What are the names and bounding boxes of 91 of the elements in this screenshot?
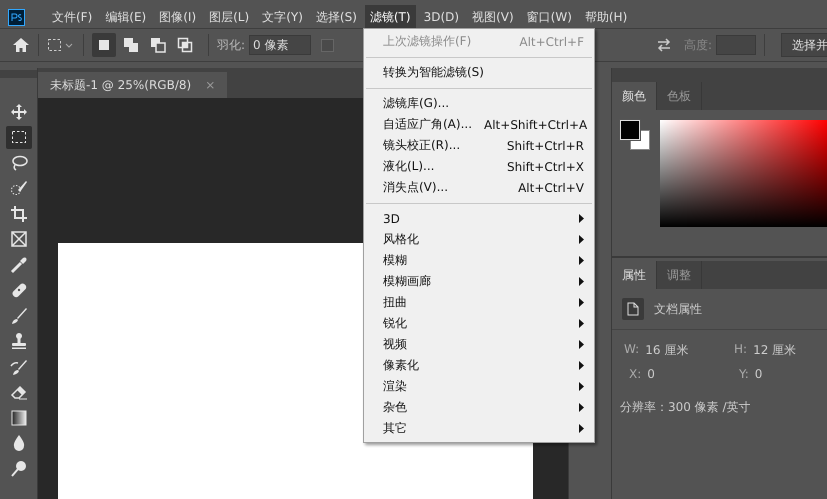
field-label: W:	[624, 342, 640, 358]
menu-item[interactable]: 自适应广角(A)... Alt+Shift+Ctrl+A	[364, 114, 594, 135]
move-arrows-icon	[10, 102, 28, 120]
submenu-arrow-icon	[579, 298, 584, 307]
menu-item[interactable]: 3D(D)	[418, 6, 464, 28]
panel-title: 文档属性	[654, 300, 702, 318]
feather-label: 羽化:	[217, 36, 246, 54]
panel-tab[interactable]: 属性	[612, 261, 657, 289]
menu-item[interactable]: 消失点(V)... Alt+Ctrl+V	[364, 177, 594, 198]
submenu-item[interactable]: 风格化	[364, 229, 594, 250]
field-value: 0	[754, 367, 762, 381]
submenu-arrow-icon	[579, 382, 584, 391]
menu-item[interactable]: 窗口(W)	[522, 4, 577, 30]
submenu-item[interactable]: 3D	[364, 208, 594, 229]
shortcut-text: Shift+Ctrl+R	[506, 138, 584, 152]
submenu-item[interactable]: 其它	[364, 418, 594, 439]
field-label: H:	[734, 342, 748, 358]
magnifier-icon	[10, 460, 28, 478]
panel-tab[interactable]: 颜色	[612, 82, 657, 110]
tool-button[interactable]	[6, 126, 32, 148]
submenu-item[interactable]: 视频	[364, 334, 594, 355]
submenu-item[interactable]: 模糊画廊	[364, 271, 594, 292]
menu-item[interactable]: 液化(L)... Shift+Ctrl+X	[364, 156, 594, 177]
submenu-arrow-icon	[579, 214, 584, 223]
panel-tab[interactable]: 色板	[657, 82, 702, 110]
submenu-item[interactable]: 杂色	[364, 397, 594, 418]
crop-icon	[10, 204, 28, 222]
brush-icon	[10, 306, 28, 324]
stamp-icon	[10, 332, 28, 350]
resolution-text: 分辨率：300 像素 /英寸	[619, 399, 752, 416]
document-tab[interactable]: 未标题-1 @ 25%(RGB/8) ×	[38, 72, 228, 98]
menu-item[interactable]: 选择(S)	[310, 4, 362, 30]
color-swatch-drawing[interactable]	[620, 120, 650, 150]
add-selection-icon	[123, 37, 139, 53]
field-value: 16 厘米	[645, 342, 688, 359]
new-selection-icon	[96, 37, 112, 53]
home-icon[interactable]	[12, 37, 30, 53]
marquee-preset-icon[interactable]	[47, 37, 75, 53]
swap-arrows-icon[interactable]	[656, 38, 672, 52]
menu-item[interactable]: 滤镜库(G)...	[364, 93, 594, 114]
selection-mode-button[interactable]	[92, 33, 116, 57]
intersect-selection-icon	[177, 37, 193, 53]
menu-item[interactable]: 编辑(E)	[100, 4, 152, 30]
menu-item[interactable]: 滤镜(T)	[364, 4, 416, 30]
subtract-selection-icon	[150, 37, 166, 53]
eraser-icon	[10, 383, 28, 401]
field-value: 0	[647, 367, 655, 381]
submenu-arrow-icon	[579, 256, 584, 265]
field-label: Y:	[739, 367, 749, 381]
submenu-arrow-icon	[579, 235, 584, 244]
brush-arrow-icon	[10, 358, 28, 376]
toolbar-grip[interactable]	[0, 70, 37, 78]
menu-item[interactable]: 文件(F)	[47, 4, 98, 30]
menu-item[interactable]: 图像(I)	[154, 4, 202, 30]
menu-item[interactable]: 帮助(H)	[580, 4, 632, 30]
submenu-item[interactable]: 渲染	[364, 376, 594, 397]
submenu-arrow-icon	[579, 340, 584, 349]
menu-item[interactable]: 文字(Y)	[257, 4, 308, 30]
submenu-arrow-icon	[579, 403, 584, 412]
page-icon	[627, 302, 639, 316]
marquee-icon	[10, 128, 28, 146]
color-picker-field[interactable]	[660, 120, 827, 227]
brush-selection-icon	[10, 179, 28, 197]
height-field[interactable]	[716, 35, 756, 55]
lasso-icon	[10, 154, 28, 172]
submenu-item[interactable]: 像素化	[364, 355, 594, 376]
menu-item[interactable]: 转换为智能滤镜(S)	[364, 62, 594, 83]
feather-field[interactable]: 0 像素	[249, 35, 312, 55]
document-title: 未标题-1 @ 25%(RGB/8)	[50, 76, 192, 94]
shortcut-text: Alt+Ctrl+V	[518, 180, 584, 194]
shortcut-text: Alt+Ctrl+F	[519, 34, 584, 48]
menu-item[interactable]: 视图(V)	[467, 4, 519, 30]
submenu-arrow-icon	[579, 424, 584, 433]
submenu-arrow-icon	[579, 277, 584, 286]
submenu-item[interactable]: 扭曲	[364, 292, 594, 313]
frame-icon	[10, 230, 28, 248]
submenu-item[interactable]: 模糊	[364, 250, 594, 271]
checkbox[interactable]	[321, 38, 334, 52]
shortcut-text: Shift+Ctrl+X	[507, 160, 584, 174]
panel-tab[interactable]: 调整	[657, 261, 702, 289]
shortcut-text: Alt+Shift+Ctrl+A	[484, 118, 588, 132]
gradient-icon	[10, 408, 28, 426]
submenu-arrow-icon	[579, 319, 584, 328]
app-logo-icon[interactable]	[8, 8, 25, 26]
menu-item[interactable]: 镜头校正(R)... Shift+Ctrl+R	[364, 135, 594, 156]
submenu-arrow-icon	[579, 361, 584, 370]
menu-item[interactable]: 图层(L)	[204, 4, 254, 30]
field-label: X:	[629, 367, 642, 381]
field-value: 12 厘米	[753, 342, 796, 359]
submenu-item[interactable]: 锐化	[364, 313, 594, 334]
eyedropper-icon	[10, 256, 28, 274]
